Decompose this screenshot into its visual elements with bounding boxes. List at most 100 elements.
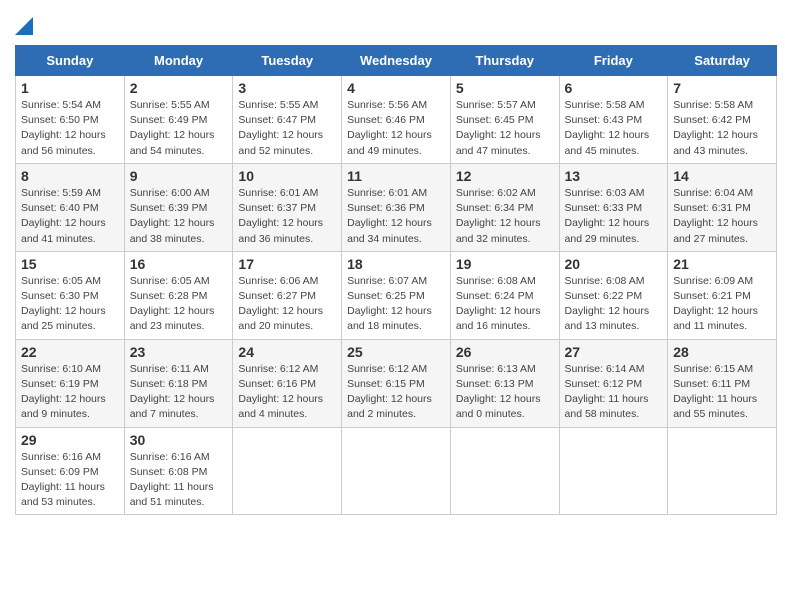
calendar-cell: 1 Sunrise: 5:54 AMSunset: 6:50 PMDayligh… [16,76,125,164]
day-header-thursday: Thursday [450,46,559,76]
day-info: Sunrise: 5:58 AMSunset: 6:42 PMDaylight:… [673,99,758,157]
calendar-week-1: 1 Sunrise: 5:54 AMSunset: 6:50 PMDayligh… [16,76,777,164]
calendar-cell: 6 Sunrise: 5:58 AMSunset: 6:43 PMDayligh… [559,76,668,164]
calendar-cell [668,427,777,515]
day-number: 26 [456,344,554,360]
day-number: 2 [130,80,228,96]
day-number: 30 [130,432,228,448]
day-header-tuesday: Tuesday [233,46,342,76]
calendar-cell: 25 Sunrise: 6:12 AMSunset: 6:15 PMDaylig… [342,339,451,427]
day-number: 7 [673,80,771,96]
day-header-sunday: Sunday [16,46,125,76]
day-number: 12 [456,168,554,184]
calendar-cell: 29 Sunrise: 6:16 AMSunset: 6:09 PMDaylig… [16,427,125,515]
day-number: 16 [130,256,228,272]
calendar-cell [342,427,451,515]
day-info: Sunrise: 5:55 AMSunset: 6:47 PMDaylight:… [238,99,323,157]
day-info: Sunrise: 6:02 AMSunset: 6:34 PMDaylight:… [456,187,541,245]
calendar-cell: 27 Sunrise: 6:14 AMSunset: 6:12 PMDaylig… [559,339,668,427]
calendar-cell: 16 Sunrise: 6:05 AMSunset: 6:28 PMDaylig… [124,251,233,339]
day-header-monday: Monday [124,46,233,76]
calendar-cell: 14 Sunrise: 6:04 AMSunset: 6:31 PMDaylig… [668,163,777,251]
day-number: 3 [238,80,336,96]
day-number: 19 [456,256,554,272]
calendar-cell: 21 Sunrise: 6:09 AMSunset: 6:21 PMDaylig… [668,251,777,339]
day-info: Sunrise: 6:12 AMSunset: 6:15 PMDaylight:… [347,363,432,421]
day-info: Sunrise: 6:11 AMSunset: 6:18 PMDaylight:… [130,363,215,421]
day-number: 23 [130,344,228,360]
day-number: 25 [347,344,445,360]
day-number: 5 [456,80,554,96]
day-number: 28 [673,344,771,360]
calendar-cell [450,427,559,515]
calendar-cell: 10 Sunrise: 6:01 AMSunset: 6:37 PMDaylig… [233,163,342,251]
calendar-cell: 19 Sunrise: 6:08 AMSunset: 6:24 PMDaylig… [450,251,559,339]
calendar-cell: 11 Sunrise: 6:01 AMSunset: 6:36 PMDaylig… [342,163,451,251]
day-info: Sunrise: 6:15 AMSunset: 6:11 PMDaylight:… [673,363,757,421]
day-info: Sunrise: 6:03 AMSunset: 6:33 PMDaylight:… [565,187,650,245]
calendar-cell: 2 Sunrise: 5:55 AMSunset: 6:49 PMDayligh… [124,76,233,164]
calendar-cell: 4 Sunrise: 5:56 AMSunset: 6:46 PMDayligh… [342,76,451,164]
day-info: Sunrise: 6:05 AMSunset: 6:28 PMDaylight:… [130,275,215,333]
calendar-cell: 15 Sunrise: 6:05 AMSunset: 6:30 PMDaylig… [16,251,125,339]
calendar-cell: 20 Sunrise: 6:08 AMSunset: 6:22 PMDaylig… [559,251,668,339]
day-number: 13 [565,168,663,184]
day-number: 10 [238,168,336,184]
day-info: Sunrise: 6:08 AMSunset: 6:24 PMDaylight:… [456,275,541,333]
day-info: Sunrise: 6:05 AMSunset: 6:30 PMDaylight:… [21,275,106,333]
day-info: Sunrise: 6:07 AMSunset: 6:25 PMDaylight:… [347,275,432,333]
day-info: Sunrise: 6:01 AMSunset: 6:37 PMDaylight:… [238,187,323,245]
day-info: Sunrise: 5:56 AMSunset: 6:46 PMDaylight:… [347,99,432,157]
calendar-cell: 13 Sunrise: 6:03 AMSunset: 6:33 PMDaylig… [559,163,668,251]
calendar-cell: 18 Sunrise: 6:07 AMSunset: 6:25 PMDaylig… [342,251,451,339]
day-info: Sunrise: 6:16 AMSunset: 6:08 PMDaylight:… [130,451,214,509]
day-number: 14 [673,168,771,184]
day-info: Sunrise: 5:59 AMSunset: 6:40 PMDaylight:… [21,187,106,245]
day-header-wednesday: Wednesday [342,46,451,76]
day-number: 22 [21,344,119,360]
calendar-cell: 12 Sunrise: 6:02 AMSunset: 6:34 PMDaylig… [450,163,559,251]
calendar-week-5: 29 Sunrise: 6:16 AMSunset: 6:09 PMDaylig… [16,427,777,515]
calendar-week-3: 15 Sunrise: 6:05 AMSunset: 6:30 PMDaylig… [16,251,777,339]
calendar-cell: 28 Sunrise: 6:15 AMSunset: 6:11 PMDaylig… [668,339,777,427]
calendar-week-4: 22 Sunrise: 6:10 AMSunset: 6:19 PMDaylig… [16,339,777,427]
day-number: 17 [238,256,336,272]
day-number: 20 [565,256,663,272]
calendar-cell: 17 Sunrise: 6:06 AMSunset: 6:27 PMDaylig… [233,251,342,339]
day-number: 29 [21,432,119,448]
day-info: Sunrise: 6:16 AMSunset: 6:09 PMDaylight:… [21,451,105,509]
day-info: Sunrise: 6:00 AMSunset: 6:39 PMDaylight:… [130,187,215,245]
calendar-cell: 7 Sunrise: 5:58 AMSunset: 6:42 PMDayligh… [668,76,777,164]
day-info: Sunrise: 5:58 AMSunset: 6:43 PMDaylight:… [565,99,650,157]
day-info: Sunrise: 5:54 AMSunset: 6:50 PMDaylight:… [21,99,106,157]
calendar-cell: 22 Sunrise: 6:10 AMSunset: 6:19 PMDaylig… [16,339,125,427]
logo [15,15,33,35]
day-info: Sunrise: 6:08 AMSunset: 6:22 PMDaylight:… [565,275,650,333]
calendar-cell: 23 Sunrise: 6:11 AMSunset: 6:18 PMDaylig… [124,339,233,427]
day-info: Sunrise: 5:55 AMSunset: 6:49 PMDaylight:… [130,99,215,157]
logo-icon [15,17,33,35]
day-number: 18 [347,256,445,272]
day-info: Sunrise: 6:13 AMSunset: 6:13 PMDaylight:… [456,363,541,421]
calendar-body: 1 Sunrise: 5:54 AMSunset: 6:50 PMDayligh… [16,76,777,515]
calendar-header: SundayMondayTuesdayWednesdayThursdayFrid… [16,46,777,76]
day-number: 1 [21,80,119,96]
day-number: 15 [21,256,119,272]
day-info: Sunrise: 6:06 AMSunset: 6:27 PMDaylight:… [238,275,323,333]
calendar-cell: 24 Sunrise: 6:12 AMSunset: 6:16 PMDaylig… [233,339,342,427]
day-number: 11 [347,168,445,184]
calendar-cell [233,427,342,515]
day-info: Sunrise: 6:04 AMSunset: 6:31 PMDaylight:… [673,187,758,245]
day-info: Sunrise: 6:10 AMSunset: 6:19 PMDaylight:… [21,363,106,421]
calendar-cell: 9 Sunrise: 6:00 AMSunset: 6:39 PMDayligh… [124,163,233,251]
calendar-cell: 8 Sunrise: 5:59 AMSunset: 6:40 PMDayligh… [16,163,125,251]
day-header-saturday: Saturday [668,46,777,76]
calendar-table: SundayMondayTuesdayWednesdayThursdayFrid… [15,45,777,515]
day-number: 21 [673,256,771,272]
calendar-cell: 26 Sunrise: 6:13 AMSunset: 6:13 PMDaylig… [450,339,559,427]
day-number: 4 [347,80,445,96]
day-info: Sunrise: 6:01 AMSunset: 6:36 PMDaylight:… [347,187,432,245]
day-info: Sunrise: 6:14 AMSunset: 6:12 PMDaylight:… [565,363,649,421]
calendar-cell: 30 Sunrise: 6:16 AMSunset: 6:08 PMDaylig… [124,427,233,515]
calendar-cell: 5 Sunrise: 5:57 AMSunset: 6:45 PMDayligh… [450,76,559,164]
